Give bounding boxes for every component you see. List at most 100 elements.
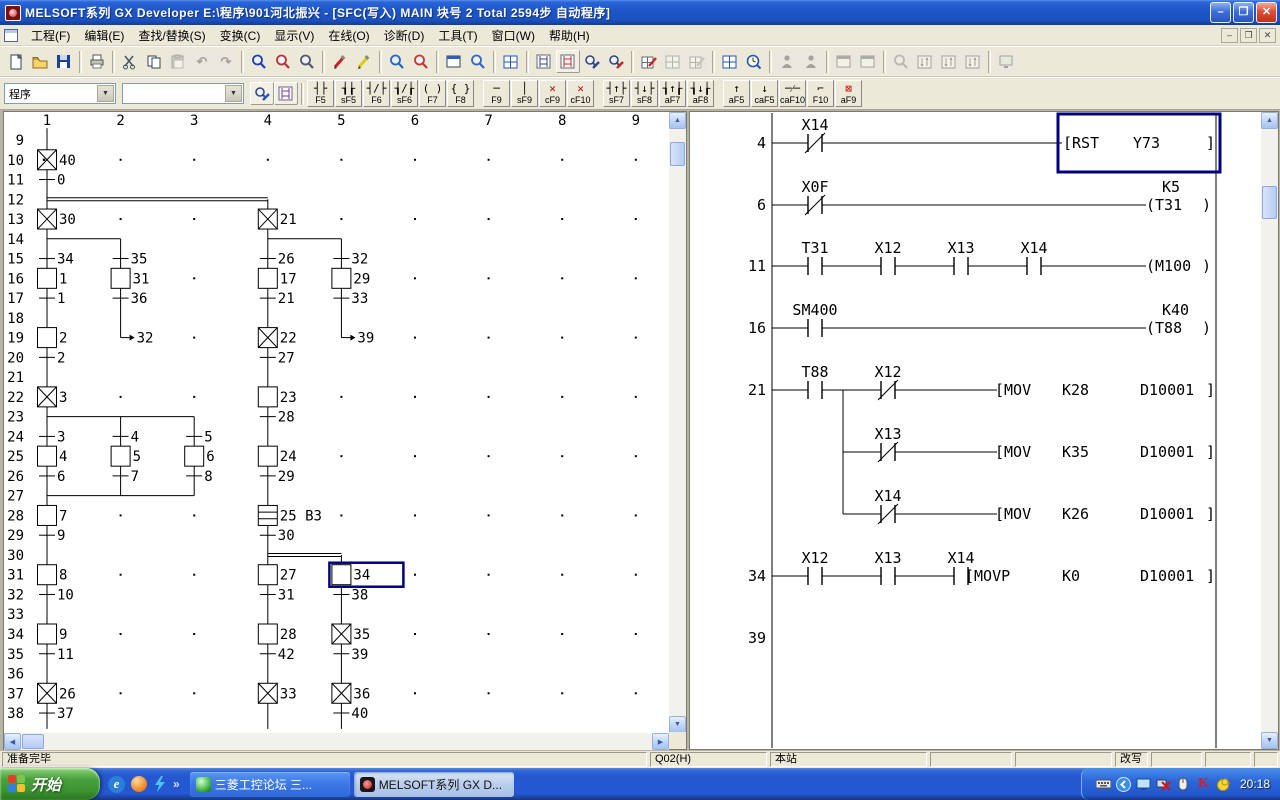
ladder-tool-F5[interactable]: ┤├F5 <box>307 80 334 107</box>
sfc-transition[interactable]: 26 <box>260 252 295 268</box>
ladder-tool-caF5[interactable]: ↓caF5 <box>751 80 778 107</box>
keyboard-icon[interactable] <box>1096 777 1111 792</box>
sfc-transition[interactable]: 34 <box>39 252 74 268</box>
minimize-button[interactable]: – <box>1210 2 1231 23</box>
menu-item-4[interactable]: 变换(C) <box>213 25 268 46</box>
sfc-step[interactable]: 33 <box>258 683 296 703</box>
scroll-down-icon[interactable]: ▼ <box>669 716 686 733</box>
menu-item-8[interactable]: 工具(T) <box>431 25 484 46</box>
sfc-step[interactable]: 21 <box>258 209 296 229</box>
sfc-write-button[interactable] <box>637 50 661 73</box>
statement-button[interactable] <box>352 50 376 73</box>
sfc-step[interactable]: 23 <box>258 387 296 407</box>
ladder-tool-F8[interactable]: { }F8 <box>447 80 474 107</box>
sfc-step[interactable]: 6 <box>185 446 215 466</box>
ladder-tool-cF10[interactable]: ✕cF10 <box>567 80 594 107</box>
ladder-instruction[interactable]: [MOVPK0D10001] <box>965 567 1215 585</box>
sfc-transition[interactable]: 9 <box>39 528 65 544</box>
sfc-transition[interactable]: 27 <box>260 350 295 366</box>
sfc-step[interactable]: 26 <box>38 683 76 703</box>
sfc-step[interactable]: 7 <box>38 505 68 525</box>
sfc-transition[interactable]: 31 <box>260 587 295 603</box>
start-button[interactable]: 开始 <box>0 768 100 800</box>
mdi-child-icon[interactable] <box>4 29 18 42</box>
ladder-tool-sF8[interactable]: ┤↓├sF8 <box>631 80 658 107</box>
sort-button[interactable] <box>718 50 742 73</box>
ladder-coil[interactable]: (M100) <box>1146 257 1211 275</box>
ladder-no-contact[interactable]: X12 <box>874 239 901 275</box>
find-string-button[interactable] <box>295 50 319 73</box>
ladder-no-contact[interactable]: T88 <box>801 363 828 399</box>
sfc-step[interactable]: 28 <box>258 624 296 644</box>
mouse-icon[interactable] <box>1176 777 1191 792</box>
sfc-step[interactable]: 2 <box>38 328 68 348</box>
ladder-instruction[interactable]: [MOVK26D10001] <box>995 505 1215 523</box>
restore-button[interactable]: ❐ <box>1233 2 1254 23</box>
sfc-step[interactable]: 25 B3 <box>258 505 322 525</box>
ladder-vertical-scrollbar[interactable]: ▲ ▼ <box>1261 112 1278 749</box>
sfc-step[interactable]: 5 <box>111 446 141 466</box>
ladder-tool-aF9[interactable]: ⊠aF9 <box>835 80 862 107</box>
sfc-hscroll-thumb[interactable] <box>22 734 44 749</box>
taskbar-task-2[interactable]: MELSOFT系列 GX D... <box>354 772 514 797</box>
mdi-restore-button[interactable]: ❐ <box>1240 28 1257 43</box>
sfc-transition[interactable]: 42 <box>260 647 295 663</box>
find-button[interactable] <box>247 50 271 73</box>
sfc-step[interactable]: 40 <box>38 150 76 170</box>
ladder-instruction[interactable]: [MOVK35D10001] <box>995 443 1215 461</box>
comment-display-button[interactable] <box>250 82 274 105</box>
sfc-step[interactable]: 27 <box>258 565 296 585</box>
ie-icon[interactable]: e <box>108 776 125 793</box>
sfc-transition[interactable]: 32 <box>333 252 368 268</box>
ladder-no-contact[interactable]: X14 <box>1020 239 1047 275</box>
sfc-step[interactable]: 31 <box>111 268 149 288</box>
io-data-button[interactable] <box>499 50 523 73</box>
ladder-tool-F10[interactable]: ⌐F10 <box>807 80 834 107</box>
ladder-coil[interactable]: (T31)K5 <box>1146 178 1211 214</box>
device-label-button[interactable] <box>274 82 298 105</box>
sfc-vscroll-thumb[interactable] <box>670 142 685 166</box>
sfc-transition[interactable]: 5 <box>186 429 212 445</box>
messenger-bird-icon[interactable] <box>1216 777 1231 792</box>
ladder-no-contact[interactable]: X12 <box>801 549 828 585</box>
zoom-window-button[interactable] <box>466 50 490 73</box>
sfc-transition[interactable]: 36 <box>113 291 148 307</box>
sfc-step[interactable]: 30 <box>38 209 76 229</box>
menu-item-5[interactable]: 显示(V) <box>267 25 321 46</box>
sfc-step[interactable]: 3 <box>38 387 68 407</box>
ladder-tool-sF6[interactable]: ┧/┟sF6 <box>391 80 418 107</box>
sfc-transition[interactable]: 28 <box>260 410 295 426</box>
sfc-vertical-scrollbar[interactable]: ▲ ▼ <box>669 112 686 733</box>
antivirus-k-icon[interactable]: K <box>1196 777 1211 792</box>
sfc-transition[interactable]: 29 <box>260 469 295 485</box>
sfc-transition[interactable]: 10 <box>39 587 74 603</box>
ladder-nc-contact[interactable]: X0F <box>801 178 828 215</box>
ladder-nc-contact[interactable]: X13 <box>874 425 901 462</box>
ladder-tool-sF7[interactable]: ┤↑├sF7 <box>603 80 630 107</box>
ladder-nc-contact[interactable]: X14 <box>874 487 901 524</box>
new-button[interactable] <box>4 50 28 73</box>
display-icon[interactable] <box>1136 777 1151 792</box>
sfc-transition[interactable]: 35 <box>113 252 148 268</box>
ladder-instruction[interactable]: [MOVK28D10001] <box>995 381 1215 399</box>
ladder-vscroll-thumb[interactable] <box>1262 186 1277 219</box>
sfc-step[interactable]: 36 <box>332 683 370 703</box>
sfc-transition[interactable]: 7 <box>113 469 139 485</box>
write-mode-button[interactable] <box>604 50 628 73</box>
sfc-transition[interactable]: 30 <box>260 528 295 544</box>
find-device-button[interactable] <box>271 50 295 73</box>
sfc-transition[interactable]: 2 <box>39 350 65 366</box>
ladder-tool-F9[interactable]: ─F9 <box>483 80 510 107</box>
ladder-no-contact[interactable]: X13 <box>947 239 974 275</box>
scroll-left-icon[interactable]: ◀ <box>4 733 21 750</box>
ladder-coil[interactable]: (T88)K40 <box>1146 301 1211 337</box>
sfc-transition[interactable]: 1 <box>39 291 65 307</box>
sfc-transition[interactable]: 3 <box>39 429 65 445</box>
print-button[interactable] <box>85 50 109 73</box>
sfc-step[interactable]: 4 <box>38 446 68 466</box>
ladder-instruction[interactable]: [RSTY73] <box>1063 134 1215 152</box>
ladder-no-contact[interactable]: T31 <box>801 239 828 275</box>
menu-item-9[interactable]: 窗口(W) <box>485 25 542 46</box>
ladder-no-contact[interactable]: X13 <box>874 549 901 585</box>
device-comment-button[interactable] <box>328 50 352 73</box>
